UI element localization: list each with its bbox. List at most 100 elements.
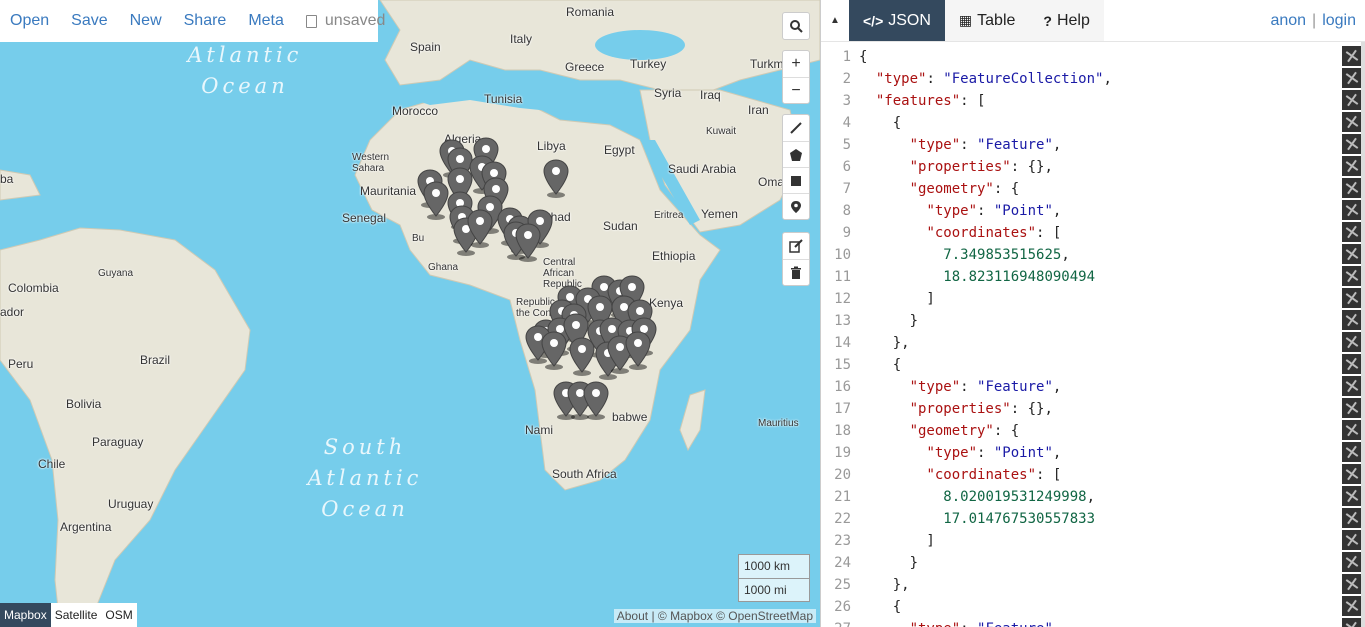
map-marker-icon[interactable] bbox=[541, 158, 571, 198]
user-anon-link[interactable]: anon bbox=[1270, 12, 1306, 30]
draw-line-button[interactable] bbox=[783, 115, 809, 141]
login-link[interactable]: login bbox=[1322, 12, 1356, 30]
line-number: 12 bbox=[834, 291, 851, 307]
place-label: ba bbox=[0, 172, 14, 186]
line-number: 3 bbox=[842, 93, 851, 109]
code-text: { bbox=[859, 357, 902, 373]
code-line: 24 } bbox=[821, 552, 1365, 574]
code-text: "type": "Feature", bbox=[909, 137, 1062, 153]
share-button[interactable]: Share bbox=[184, 12, 227, 30]
tab-table-label: Table bbox=[977, 11, 1016, 29]
code-line: 3 "features": [ bbox=[821, 90, 1365, 112]
map-marker-icon[interactable] bbox=[513, 222, 543, 262]
code-line: 1{ bbox=[821, 46, 1365, 68]
place-label: Greece bbox=[565, 60, 605, 74]
code-line: 6 "properties": {}, bbox=[821, 156, 1365, 178]
code-line: 12 ] bbox=[821, 288, 1365, 310]
place-label: Mauritania bbox=[360, 184, 417, 198]
place-label: South Africa bbox=[552, 467, 617, 481]
place-label: Romania bbox=[566, 5, 615, 19]
layer-mapbox[interactable]: Mapbox bbox=[0, 603, 51, 627]
place-label: Uruguay bbox=[108, 497, 154, 511]
draw-rectangle-button[interactable] bbox=[783, 167, 809, 193]
code-text: "geometry": { bbox=[909, 181, 1020, 197]
place-label: Yemen bbox=[701, 207, 738, 221]
delete-layers-button[interactable] bbox=[783, 259, 809, 285]
fold-marker-icon bbox=[1342, 442, 1362, 462]
place-label: Sudan bbox=[603, 219, 638, 233]
map-attribution[interactable]: About | © Mapbox © OpenStreetMap bbox=[613, 609, 816, 623]
tab-help[interactable]: ? Help bbox=[1029, 0, 1104, 41]
layer-switcher: Mapbox Satellite OSM bbox=[0, 603, 137, 627]
fold-marker-icon bbox=[1342, 354, 1362, 374]
editor-scrollbar[interactable] bbox=[1361, 42, 1365, 627]
fold-marker-icon bbox=[1342, 244, 1362, 264]
line-icon bbox=[790, 122, 802, 134]
edit-layers-button[interactable] bbox=[783, 233, 809, 259]
save-button[interactable]: Save bbox=[71, 12, 107, 30]
line-number: 9 bbox=[842, 225, 851, 241]
line-number: 19 bbox=[834, 445, 851, 461]
trash-icon bbox=[791, 266, 801, 279]
code-text: }, bbox=[859, 577, 910, 593]
collapse-toggle[interactable]: ▲ bbox=[821, 0, 849, 41]
code-line: 20 "coordinates": [ bbox=[821, 464, 1365, 486]
draw-polygon-button[interactable] bbox=[783, 141, 809, 167]
scale-km: 1000 km bbox=[738, 554, 810, 578]
zoom-in-button[interactable]: + bbox=[783, 51, 809, 77]
new-button[interactable]: New bbox=[130, 12, 162, 30]
code-line: 11 18.823116948090494 bbox=[821, 266, 1365, 288]
fold-marker-icon bbox=[1342, 222, 1362, 242]
user-separator: | bbox=[1312, 11, 1317, 29]
ocean-label-south-atlantic: South Atlantic Ocean bbox=[307, 435, 423, 521]
line-number: 17 bbox=[834, 401, 851, 417]
code-text: "features": [ bbox=[875, 93, 986, 109]
place-label: Nami bbox=[525, 423, 554, 437]
code-line: 5 "type": "Feature", bbox=[821, 134, 1365, 156]
line-number: 25 bbox=[834, 577, 851, 593]
fold-marker-icon bbox=[1342, 486, 1362, 506]
layer-satellite[interactable]: Satellite bbox=[51, 603, 102, 627]
zoom-out-button[interactable]: − bbox=[783, 77, 809, 103]
fold-marker-icon bbox=[1342, 596, 1362, 616]
tab-table[interactable]: ▦ Table bbox=[944, 0, 1030, 41]
line-number: 13 bbox=[834, 313, 851, 329]
code-line: 16 "type": "Feature", bbox=[821, 376, 1365, 398]
side-panel: ▲ </> JSON ▦ Table ? Help anon | login 1… bbox=[820, 0, 1365, 627]
place-label: Bu bbox=[412, 233, 425, 244]
tab-json[interactable]: </> JSON bbox=[849, 0, 945, 41]
place-label: Chile bbox=[38, 457, 66, 471]
map-marker-icon[interactable] bbox=[539, 330, 569, 370]
code-line: 17 "properties": {}, bbox=[821, 398, 1365, 420]
map-marker-icon[interactable] bbox=[581, 380, 611, 420]
code-text: }, bbox=[859, 335, 910, 351]
fold-marker-icon bbox=[1342, 376, 1362, 396]
map-marker-icon[interactable] bbox=[623, 330, 653, 370]
help-icon: ? bbox=[1043, 12, 1052, 29]
code-text: { bbox=[859, 599, 902, 615]
panel-tabs: ▲ </> JSON ▦ Table ? Help anon | login bbox=[821, 0, 1365, 42]
code-line: 25 }, bbox=[821, 574, 1365, 596]
search-button[interactable] bbox=[783, 13, 809, 39]
draw-marker-button[interactable] bbox=[783, 193, 809, 219]
meta-button[interactable]: Meta bbox=[248, 12, 284, 30]
open-button[interactable]: Open bbox=[10, 12, 49, 30]
json-editor[interactable]: 1{2 "type": "FeatureCollection", 3 "featu… bbox=[821, 46, 1365, 627]
fold-marker-icon bbox=[1342, 46, 1362, 66]
save-status-label: unsaved bbox=[324, 12, 386, 29]
layer-osm[interactable]: OSM bbox=[101, 603, 136, 627]
place-label: Morocco bbox=[392, 104, 439, 118]
map-marker-icon[interactable] bbox=[465, 208, 495, 248]
file-toolbar: Open Save New Share Meta unsaved bbox=[0, 0, 385, 42]
fold-marker-icon bbox=[1342, 552, 1362, 572]
scale-mi: 1000 mi bbox=[738, 578, 810, 602]
place-label: Peru bbox=[8, 357, 34, 371]
line-number: 6 bbox=[842, 159, 851, 175]
place-label: Libya bbox=[537, 139, 566, 153]
fold-marker-icon bbox=[1342, 266, 1362, 286]
ocean-label-atlantic: Atlantic Ocean bbox=[187, 43, 303, 98]
line-number: 21 bbox=[834, 489, 851, 505]
place-label: Oma bbox=[758, 175, 785, 189]
map[interactable]: Atlantic Ocean South Atlantic Ocean Roma… bbox=[0, 0, 820, 627]
place-label: Eritrea bbox=[654, 210, 684, 221]
